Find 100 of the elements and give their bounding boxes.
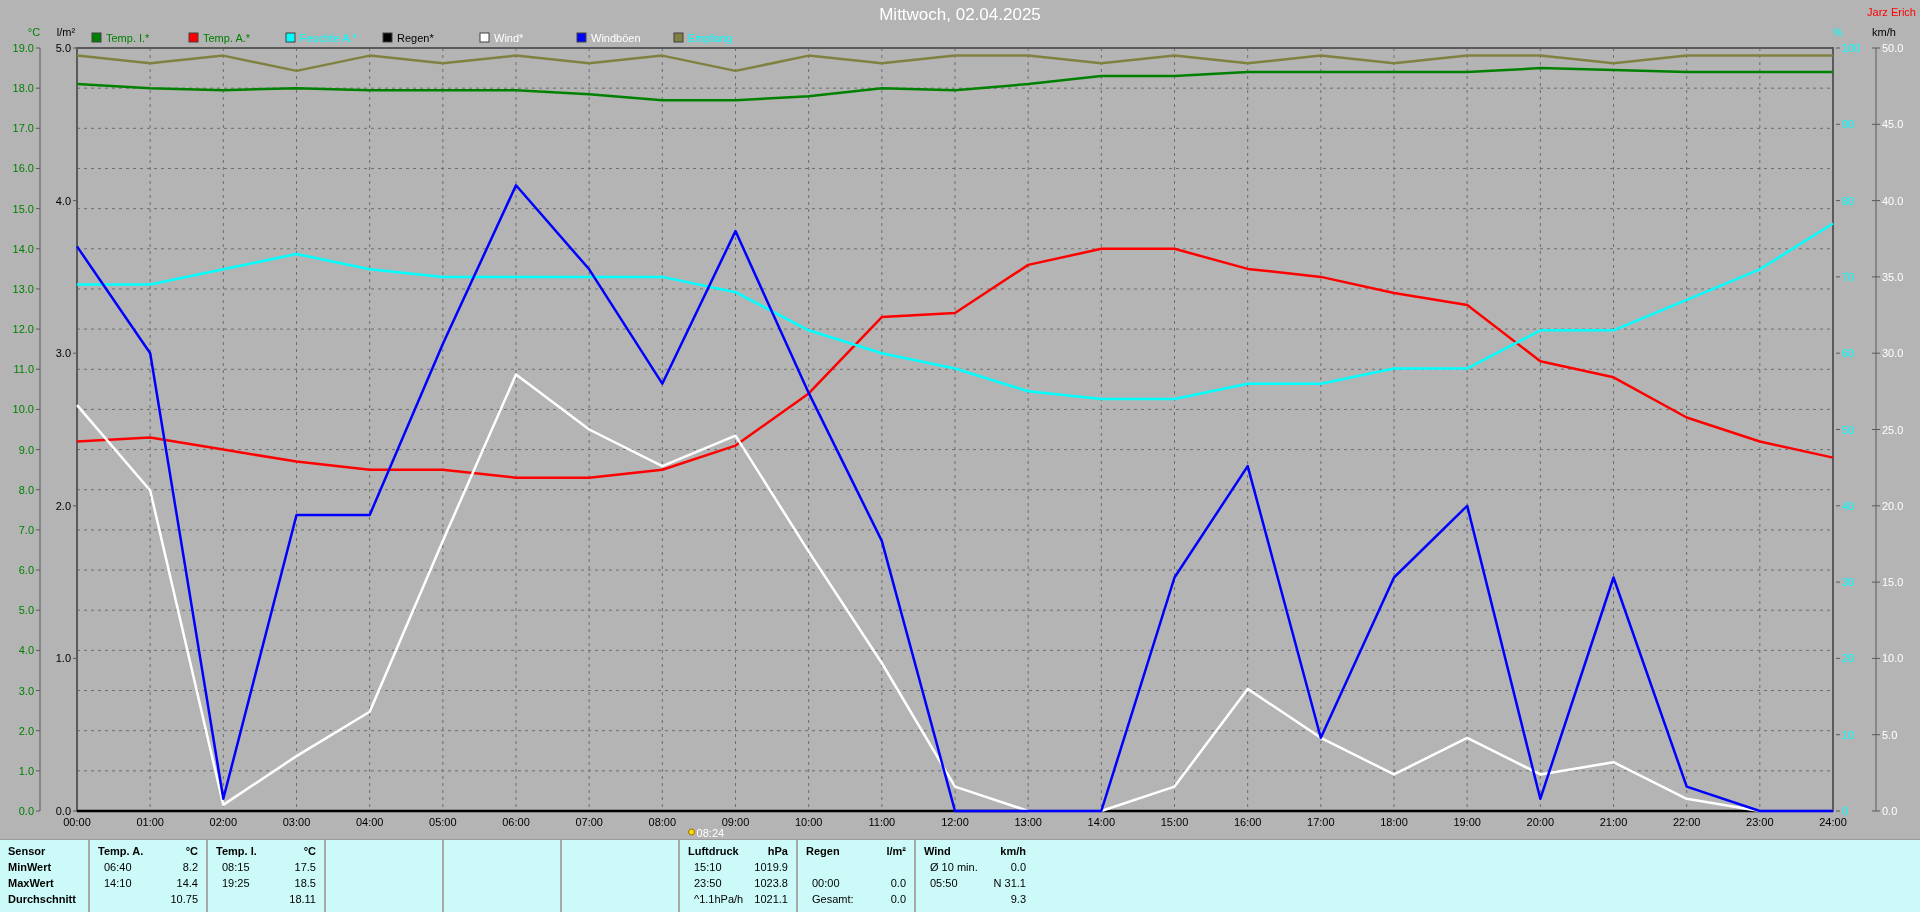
axis-tick-label: 7.0 xyxy=(18,523,34,536)
axis-unit: l/m² xyxy=(56,26,76,38)
axis-tick-label: 16.0 xyxy=(12,162,34,175)
axis-tick-label: 18:00 xyxy=(1380,816,1408,828)
table-cell-text: 8.2 xyxy=(182,860,198,875)
table-cell-text: 0.0 xyxy=(890,876,906,891)
table-cell-text: 10.75 xyxy=(170,892,198,907)
axis-tick-label: 30 xyxy=(1842,576,1855,589)
table-cell-text: 17.5 xyxy=(294,860,316,875)
axis-tick-label: 03:00 xyxy=(282,816,311,828)
axis-tick-label: 10 xyxy=(1842,728,1855,741)
axis-tick-label: 40 xyxy=(1842,499,1855,512)
axis-tick-label: 50.0 xyxy=(1882,42,1904,54)
column-header: Temp. I. xyxy=(216,844,257,859)
axis-tick-label: 22:00 xyxy=(1672,816,1701,828)
axis-tick-label: 14.0 xyxy=(12,242,34,255)
axis-tick-label: 02:00 xyxy=(209,816,238,828)
unit-header: °C xyxy=(185,844,198,859)
axis-tick-label: 11.0 xyxy=(13,363,34,376)
unit-header: km/h xyxy=(1000,844,1026,859)
axis-tick-label: 3.0 xyxy=(18,684,34,697)
column-header: Wind xyxy=(924,844,951,859)
unit-header: °C xyxy=(303,844,316,859)
table-cell-text: N 31.1 xyxy=(993,876,1026,891)
axis-tick-label: 13:00 xyxy=(1014,816,1042,828)
axis-unit: °C xyxy=(27,26,41,38)
axis-tick-label: 17:00 xyxy=(1307,816,1335,828)
table-cell: 00:00 xyxy=(812,877,840,889)
axis-tick-label: 17.0 xyxy=(12,122,34,135)
axis-tick-label: 21:00 xyxy=(1599,816,1628,828)
legend-label: Temp. I.* xyxy=(106,32,150,44)
axis-tick-label: 13.0 xyxy=(12,282,34,295)
axis-tick-label: 25.0 xyxy=(1882,423,1904,436)
axis-tick-label: 14:00 xyxy=(1087,816,1116,828)
table-cell: Ø 10 min. xyxy=(930,861,978,873)
axis-tick-label: 100 xyxy=(1842,42,1861,54)
axis-tick-label: 16:00 xyxy=(1233,816,1262,828)
axis-tick-label: 08:00 xyxy=(648,816,677,828)
table-cell-text: 0.0 xyxy=(1010,860,1026,875)
row-label: MaxWert xyxy=(8,876,55,891)
axis-tick-label: 80 xyxy=(1842,194,1855,207)
axis-tick-label: 3.0 xyxy=(55,347,71,360)
axis-tick-label: 19:00 xyxy=(1453,816,1481,828)
column-header: Luftdruck xyxy=(688,844,739,859)
legend-label: Temp. A.* xyxy=(203,32,251,44)
legend-label: Feuchte A.* xyxy=(300,32,357,44)
axis-tick-label: 24:00 xyxy=(1819,816,1847,828)
table-cell-text: 14.4 xyxy=(176,876,198,891)
axis-tick-label: 50 xyxy=(1842,423,1855,436)
table-cell-text: 1023.8 xyxy=(754,876,788,891)
axis-tick-label: 10:00 xyxy=(794,816,823,828)
unit-header: l/m² xyxy=(886,844,906,859)
axis-tick-label: 18.0 xyxy=(12,82,34,95)
axis-tick-label: 5.0 xyxy=(55,42,71,54)
table-cell-text: 9.3 xyxy=(1010,892,1026,907)
sun-icon xyxy=(688,828,695,836)
axis-tick-label: 2.0 xyxy=(18,724,34,737)
table-cell-text: 0.0 xyxy=(890,892,906,907)
axis-tick-label: 90 xyxy=(1842,118,1855,131)
table-cell: Gesamt: xyxy=(812,893,854,905)
axis-tick-label: 35.0 xyxy=(1882,270,1904,283)
axis-tick-label: 15:00 xyxy=(1160,816,1189,828)
axis-tick-label: 0 xyxy=(1842,805,1849,817)
table-cell-text: 1021.1 xyxy=(754,892,788,907)
axis-tick-label: 8.0 xyxy=(18,483,34,496)
table-cell: 23:50 xyxy=(694,877,722,889)
axis-tick-label: 19.0 xyxy=(12,42,34,54)
axis-tick-label: 4.0 xyxy=(55,194,71,207)
legend-label: Empfang xyxy=(688,32,733,44)
axis-tick-label: 10.0 xyxy=(1882,652,1904,665)
axis-tick-label: 5.0 xyxy=(1882,728,1898,741)
column-header: Temp. A. xyxy=(98,844,144,859)
axis-tick-label: 15.0 xyxy=(1882,576,1904,589)
axis-tick-label: 23:00 xyxy=(1746,816,1774,828)
axis-tick-label: 04:00 xyxy=(355,816,384,828)
row-label: MinWert xyxy=(8,860,53,875)
axis-tick-label: 5.0 xyxy=(18,604,34,617)
axis-tick-label: 01:00 xyxy=(136,816,164,828)
unit-header: hPa xyxy=(767,844,788,859)
sunrise-time: 08:24 xyxy=(696,827,725,839)
axis-tick-label: 12.0 xyxy=(12,323,34,336)
axis-tick-label: 70 xyxy=(1842,270,1855,283)
author-label: Jarz Erich xyxy=(1867,6,1916,18)
table-cell: 19:25 xyxy=(222,877,250,889)
axis-tick-label: 6.0 xyxy=(18,564,34,577)
axis-tick-label: 0.0 xyxy=(55,805,71,817)
table-cell: 15:10 xyxy=(694,861,722,873)
table-cell-text: 1019.9 xyxy=(754,860,788,875)
table-cell-text: 18.11 xyxy=(289,892,316,907)
axis-tick-label: 1.0 xyxy=(55,652,71,665)
axis-tick-label: 0.0 xyxy=(18,805,34,817)
axis-tick-label: 20:00 xyxy=(1526,816,1555,828)
axis-tick-label: 07:00 xyxy=(575,816,603,828)
axis-tick-label: 0.0 xyxy=(1882,805,1898,817)
table-cell: ^1.1hPa/h xyxy=(694,893,744,905)
axis-tick-label: 11:00 xyxy=(868,816,896,828)
axis-tick-label: 60 xyxy=(1842,347,1855,360)
row-label: Durchschnitt xyxy=(8,892,77,907)
axis-tick-label: 30.0 xyxy=(1882,347,1904,360)
row-label: Sensor xyxy=(8,844,47,859)
